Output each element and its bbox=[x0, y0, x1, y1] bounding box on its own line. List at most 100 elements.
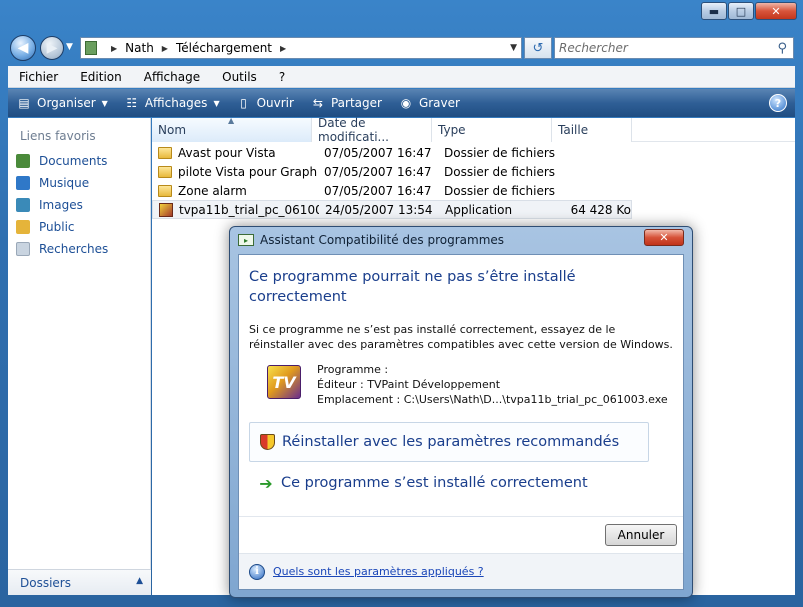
table-row[interactable]: pilote Vista pour Graph... 07/05/2007 16… bbox=[152, 162, 632, 181]
dialog-separator bbox=[239, 516, 683, 517]
share-icon: ⇆ bbox=[312, 96, 323, 110]
title-bar[interactable]: ▬ □ ✕ bbox=[0, 0, 803, 30]
column-label: Type bbox=[438, 123, 466, 137]
folders-toggle[interactable]: Dossiers ▲ bbox=[8, 569, 151, 595]
address-bar[interactable]: ▶ Nath ▶ Téléchargement ▶ ▼ bbox=[80, 37, 522, 59]
column-label: Date de modificati... bbox=[318, 116, 389, 144]
music-icon bbox=[16, 176, 30, 190]
ouvrir-button[interactable]: ▯ Ouvrir bbox=[228, 89, 302, 117]
dialog-close-button[interactable]: ✕ bbox=[644, 229, 684, 246]
search-input[interactable]: Rechercher ⚲ bbox=[554, 37, 794, 59]
partager-label: Partager bbox=[330, 96, 382, 110]
dialog-description: Si ce programme ne s’est pas installé co… bbox=[249, 323, 673, 351]
breadcrumb-separator-icon[interactable]: ▶ bbox=[162, 44, 168, 53]
search-folder-icon bbox=[16, 242, 30, 256]
affichages-label: Affichages bbox=[144, 96, 208, 110]
minimize-button[interactable]: ▬ bbox=[701, 2, 727, 20]
table-row[interactable]: tvpa11b_trial_pc_061003 24/05/2007 13:54… bbox=[152, 200, 632, 219]
window-controls: ▬ □ ✕ bbox=[700, 2, 797, 20]
nav-item-recherches[interactable]: Recherches bbox=[16, 240, 108, 258]
file-type: Dossier de fichiers bbox=[444, 145, 556, 160]
shield-icon bbox=[258, 433, 276, 451]
installed-correctly-option[interactable]: ➔ Ce programme s’est installé correcteme… bbox=[249, 463, 649, 503]
address-dropdown-icon[interactable]: ▼ bbox=[510, 43, 517, 53]
images-icon bbox=[16, 198, 30, 212]
column-label: Taille bbox=[558, 123, 589, 137]
graver-button[interactable]: ◉ Graver bbox=[390, 89, 468, 117]
program-label: Programme : bbox=[317, 363, 389, 376]
breadcrumb-telechargement[interactable]: Téléchargement bbox=[176, 41, 272, 55]
settings-help-link[interactable]: Quels sont les paramètres appliqués ? bbox=[273, 565, 484, 578]
breadcrumb-separator-icon[interactable]: ▶ bbox=[111, 44, 117, 53]
dialog-heading: Ce programme pourrait ne pas s’être inst… bbox=[249, 269, 576, 305]
ouvrir-label: Ouvrir bbox=[256, 96, 294, 110]
tvpaint-program-icon: TV bbox=[267, 365, 301, 399]
column-header-nom[interactable]: ▲ Nom bbox=[152, 116, 312, 142]
file-type: Application bbox=[445, 202, 513, 217]
table-row[interactable]: Avast pour Vista 07/05/2007 16:47 Dossie… bbox=[152, 143, 632, 162]
forward-arrow-icon: ▶ bbox=[46, 40, 58, 56]
recent-pages-dropdown-icon[interactable]: ▼ bbox=[66, 42, 73, 52]
menu-bar: Fichier Edition Affichage Outils ? bbox=[8, 66, 795, 88]
installed-correctly-label: Ce programme s’est installé correctement bbox=[281, 475, 588, 491]
dialog-footer: i Quels sont les paramètres appliqués ? bbox=[239, 553, 683, 589]
chevron-up-icon: ▲ bbox=[136, 576, 143, 586]
info-icon: i bbox=[249, 563, 265, 580]
dialog-body: Ce programme pourrait ne pas s’être inst… bbox=[238, 254, 684, 590]
partager-button[interactable]: ⇆ Partager bbox=[302, 89, 390, 117]
nav-item-documents[interactable]: Documents bbox=[16, 152, 107, 170]
dialog-title-bar[interactable]: ▸ Assistant Compatibilité des programmes bbox=[238, 233, 504, 247]
help-button[interactable]: ? bbox=[769, 94, 787, 112]
organiser-label: Organiser bbox=[37, 96, 96, 110]
search-icon[interactable]: ⚲ bbox=[777, 41, 787, 56]
file-size: 64 428 Ko bbox=[570, 202, 631, 217]
nav-item-label: Public bbox=[39, 220, 75, 234]
command-bar: ▤ Organiser ▼ ☷ Affichages ▼ ▯ Ouvrir ⇆ … bbox=[8, 89, 795, 117]
close-button[interactable]: ✕ bbox=[755, 2, 797, 20]
column-label: Nom bbox=[158, 123, 187, 137]
nav-item-public[interactable]: Public bbox=[16, 218, 75, 236]
file-type: Dossier de fichiers bbox=[444, 183, 556, 198]
organiser-button[interactable]: ▤ Organiser ▼ bbox=[8, 89, 116, 117]
location-icon bbox=[85, 41, 97, 55]
breadcrumb-separator-icon[interactable]: ▶ bbox=[280, 44, 286, 53]
nav-item-label: Images bbox=[39, 198, 83, 212]
file-name: pilote Vista pour Graph... bbox=[178, 164, 318, 179]
menu-edition[interactable]: Edition bbox=[69, 70, 133, 84]
file-date: 07/05/2007 16:47 bbox=[324, 145, 432, 160]
nav-item-images[interactable]: Images bbox=[16, 196, 83, 214]
cancel-button[interactable]: Annuler bbox=[605, 524, 677, 546]
refresh-button[interactable]: ↺ bbox=[524, 37, 552, 59]
column-header-taille[interactable]: Taille bbox=[552, 118, 632, 142]
breadcrumb-nath[interactable]: Nath bbox=[125, 41, 154, 55]
reinstall-option[interactable]: Réinstaller avec les paramètres recomman… bbox=[249, 422, 649, 462]
forward-button[interactable]: ▶ bbox=[40, 36, 64, 60]
folder-icon bbox=[158, 165, 172, 178]
column-header-type[interactable]: Type bbox=[432, 118, 552, 142]
nav-item-musique[interactable]: Musique bbox=[16, 174, 89, 192]
file-name: tvpa11b_trial_pc_061003 bbox=[179, 202, 319, 217]
dialog-title: Assistant Compatibilité des programmes bbox=[260, 233, 505, 247]
menu-fichier[interactable]: Fichier bbox=[8, 70, 69, 84]
documents-icon bbox=[16, 154, 30, 168]
back-button[interactable]: ◀ bbox=[10, 35, 36, 61]
menu-affichage[interactable]: Affichage bbox=[133, 70, 211, 84]
folder-icon bbox=[158, 146, 172, 159]
green-arrow-icon: ➔ bbox=[259, 473, 273, 493]
navigation-pane: Liens favoris Documents Musique Images P… bbox=[8, 118, 151, 595]
maximize-button[interactable]: □ bbox=[728, 2, 754, 20]
reinstall-option-label: Réinstaller avec les paramètres recomman… bbox=[282, 434, 620, 450]
address-row: ◀ ▶ ▼ ▶ Nath ▶ Téléchargement ▶ ▼ ↺ Rech… bbox=[8, 32, 795, 64]
nav-item-label: Recherches bbox=[39, 242, 109, 256]
burn-icon: ◉ bbox=[400, 96, 412, 110]
column-headers: ▲ Nom Date de modificati... Type Taille bbox=[152, 116, 795, 144]
views-icon: ☷ bbox=[126, 96, 138, 110]
file-date: 07/05/2007 16:47 bbox=[324, 164, 432, 179]
table-row[interactable]: Zone alarm 07/05/2007 16:47 Dossier de f… bbox=[152, 181, 632, 200]
menu-help[interactable]: ? bbox=[268, 70, 296, 84]
file-type: Dossier de fichiers bbox=[444, 164, 556, 179]
search-placeholder: Rechercher bbox=[559, 41, 628, 55]
column-header-date[interactable]: Date de modificati... bbox=[312, 116, 432, 144]
affichages-button[interactable]: ☷ Affichages ▼ bbox=[116, 89, 228, 117]
menu-outils[interactable]: Outils bbox=[211, 70, 268, 84]
